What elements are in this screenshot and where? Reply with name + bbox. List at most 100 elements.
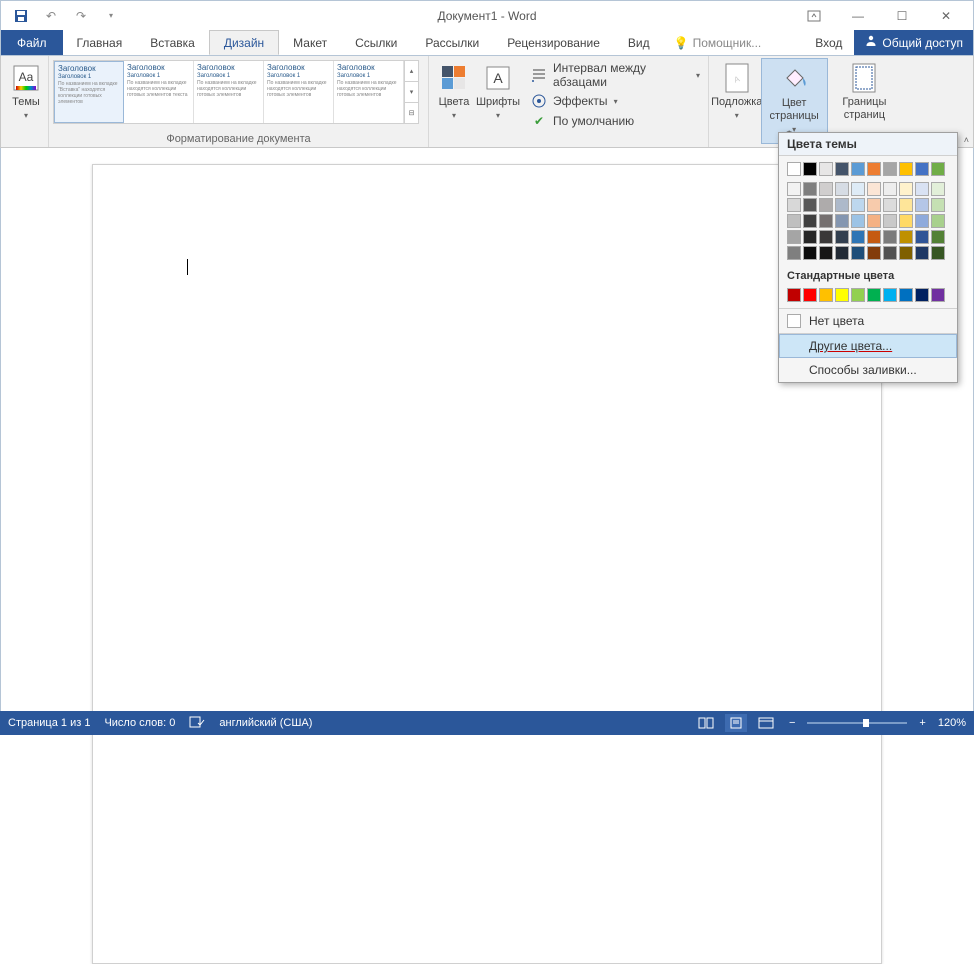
style-item[interactable]: ЗаголовокЗаголовок 1По названием на вкла…	[54, 61, 124, 123]
color-swatch[interactable]	[819, 288, 833, 302]
color-swatch[interactable]	[867, 288, 881, 302]
color-swatch[interactable]	[883, 288, 897, 302]
color-swatch[interactable]	[867, 230, 881, 244]
color-swatch[interactable]	[851, 246, 865, 260]
gallery-more-icon[interactable]: ⊟	[405, 103, 418, 123]
color-swatch[interactable]	[915, 288, 929, 302]
themes-button[interactable]: Aa Темы ▾	[5, 58, 47, 144]
color-swatch[interactable]	[835, 214, 849, 228]
web-layout-icon[interactable]	[755, 714, 777, 732]
color-swatch[interactable]	[803, 162, 817, 176]
color-swatch[interactable]	[883, 230, 897, 244]
color-swatch[interactable]	[787, 288, 801, 302]
color-swatch[interactable]	[867, 246, 881, 260]
qat-more-icon[interactable]: ▾	[101, 6, 121, 26]
tab-design[interactable]: Дизайн	[209, 30, 279, 55]
word-count[interactable]: Число слов: 0	[104, 717, 175, 729]
color-swatch[interactable]	[851, 182, 865, 196]
style-item[interactable]: ЗаголовокЗаголовок 1По названием на вкла…	[124, 61, 194, 123]
color-swatch[interactable]	[931, 214, 945, 228]
zoom-out-icon[interactable]: −	[785, 717, 799, 729]
color-swatch[interactable]	[835, 162, 849, 176]
color-swatch[interactable]	[851, 230, 865, 244]
color-swatch[interactable]	[915, 214, 929, 228]
color-swatch[interactable]	[883, 182, 897, 196]
fill-effects-item[interactable]: Способы заливки...	[779, 358, 957, 382]
print-layout-icon[interactable]	[725, 714, 747, 732]
language-indicator[interactable]: английский (США)	[219, 717, 312, 729]
color-swatch[interactable]	[867, 198, 881, 212]
style-gallery[interactable]: ЗаголовокЗаголовок 1По названием на вкла…	[53, 60, 419, 124]
color-swatch[interactable]	[835, 198, 849, 212]
zoom-in-icon[interactable]: +	[915, 717, 929, 729]
spellcheck-icon[interactable]	[189, 715, 205, 732]
color-swatch[interactable]	[835, 230, 849, 244]
share-button[interactable]: Общий доступ	[854, 30, 973, 55]
color-swatch[interactable]	[931, 162, 945, 176]
color-swatch[interactable]	[819, 230, 833, 244]
color-swatch[interactable]	[803, 230, 817, 244]
color-swatch[interactable]	[931, 246, 945, 260]
color-swatch[interactable]	[787, 162, 801, 176]
color-swatch[interactable]	[867, 182, 881, 196]
save-icon[interactable]	[11, 6, 31, 26]
tab-view[interactable]: Вид	[614, 30, 664, 55]
color-swatch[interactable]	[851, 214, 865, 228]
color-swatch[interactable]	[931, 288, 945, 302]
color-swatch[interactable]	[787, 198, 801, 212]
color-swatch[interactable]	[787, 230, 801, 244]
tab-insert[interactable]: Вставка	[136, 30, 209, 55]
redo-icon[interactable]: ↷	[71, 6, 91, 26]
gallery-up-icon[interactable]: ▴	[405, 61, 418, 82]
color-swatch[interactable]	[899, 182, 913, 196]
style-item[interactable]: ЗаголовокЗаголовок 1По названием на вкла…	[194, 61, 264, 123]
tell-me-search[interactable]: 💡 Помощник...	[664, 30, 772, 55]
color-swatch[interactable]	[803, 288, 817, 302]
color-swatch[interactable]	[931, 230, 945, 244]
paragraph-spacing-button[interactable]: Интервал между абзацами ▾	[527, 60, 704, 90]
color-swatch[interactable]	[803, 182, 817, 196]
minimize-button[interactable]: —	[839, 5, 877, 27]
close-button[interactable]: ✕	[927, 5, 965, 27]
color-swatch[interactable]	[803, 198, 817, 212]
undo-icon[interactable]: ↶	[41, 6, 61, 26]
tab-review[interactable]: Рецензирование	[493, 30, 614, 55]
color-swatch[interactable]	[899, 214, 913, 228]
color-swatch[interactable]	[835, 182, 849, 196]
color-swatch[interactable]	[819, 246, 833, 260]
maximize-button[interactable]: ☐	[883, 5, 921, 27]
color-swatch[interactable]	[835, 246, 849, 260]
fonts-button[interactable]: A Шрифты ▾	[477, 58, 519, 144]
more-colors-item[interactable]: Другие цвета...	[779, 334, 957, 358]
color-swatch[interactable]	[787, 214, 801, 228]
color-swatch[interactable]	[819, 162, 833, 176]
no-color-item[interactable]: Нет цвета	[779, 309, 957, 333]
color-swatch[interactable]	[851, 198, 865, 212]
color-swatch[interactable]	[803, 246, 817, 260]
signin-button[interactable]: Вход	[803, 30, 854, 55]
color-swatch[interactable]	[899, 198, 913, 212]
color-swatch[interactable]	[883, 246, 897, 260]
gallery-down-icon[interactable]: ▾	[405, 82, 418, 103]
color-swatch[interactable]	[819, 214, 833, 228]
zoom-thumb[interactable]	[863, 719, 869, 727]
effects-button[interactable]: Эффекты ▾	[527, 92, 704, 110]
color-swatch[interactable]	[819, 182, 833, 196]
file-tab[interactable]: Файл	[1, 30, 63, 55]
color-swatch[interactable]	[819, 198, 833, 212]
color-swatch[interactable]	[915, 182, 929, 196]
page[interactable]	[92, 164, 882, 964]
color-swatch[interactable]	[851, 288, 865, 302]
tab-mailings[interactable]: Рассылки	[411, 30, 493, 55]
page-indicator[interactable]: Страница 1 из 1	[8, 717, 90, 729]
color-swatch[interactable]	[883, 198, 897, 212]
color-swatch[interactable]	[851, 162, 865, 176]
color-swatch[interactable]	[931, 182, 945, 196]
tab-references[interactable]: Ссылки	[341, 30, 411, 55]
read-mode-icon[interactable]	[695, 714, 717, 732]
color-swatch[interactable]	[835, 288, 849, 302]
color-swatch[interactable]	[883, 162, 897, 176]
color-swatch[interactable]	[899, 162, 913, 176]
zoom-level[interactable]: 120%	[938, 717, 966, 729]
style-item[interactable]: ЗаголовокЗаголовок 1По названием на вкла…	[264, 61, 334, 123]
